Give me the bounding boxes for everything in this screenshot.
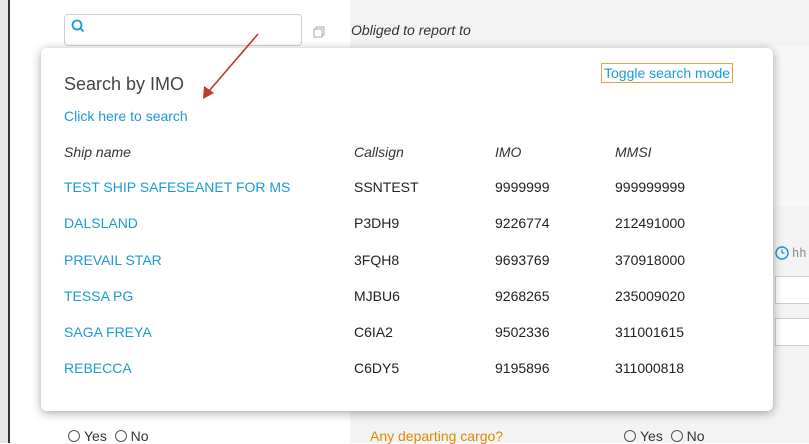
radio-no-circle[interactable] — [670, 430, 683, 442]
ship-row[interactable]: REBECCA C6DY5 9195896 311000818 — [41, 360, 773, 396]
ship-row[interactable]: TEST SHIP SAFESEANET FOR MS SSNTEST 9999… — [41, 179, 773, 215]
callsign-cell: C6DY5 — [354, 360, 400, 376]
ship-name-link[interactable]: TESSA PG — [64, 288, 133, 304]
secondary-input-stub[interactable] — [775, 318, 809, 346]
click-here-to-search-link[interactable]: Click here to search — [64, 108, 188, 124]
ship-name-link[interactable]: TEST SHIP SAFESEANET FOR MS — [64, 179, 290, 195]
ship-name-link[interactable]: PREVAIL STAR — [64, 252, 162, 268]
right-radio-group[interactable]: Yes No — [624, 428, 705, 444]
mmsi-cell: 235009020 — [615, 288, 686, 304]
clock-icon[interactable] — [775, 246, 789, 260]
copy-icon[interactable] — [313, 26, 325, 38]
radio-yes-label: Yes — [640, 428, 663, 444]
imo-cell: 9226774 — [495, 215, 550, 231]
callsign-cell: P3DH9 — [354, 215, 400, 231]
ship-row[interactable]: PREVAIL STAR 3FQH8 9693769 370918000 — [41, 252, 773, 288]
callsign-cell: MJBU6 — [354, 288, 400, 304]
imo-cell: 9999999 — [495, 179, 550, 195]
left-radio-group[interactable]: Yes No — [68, 428, 149, 444]
time-input-stub[interactable] — [775, 276, 809, 304]
radio-yes-circle[interactable] — [68, 430, 80, 442]
radio-no-label: No — [130, 428, 149, 444]
header-callsign: Callsign — [354, 144, 404, 160]
callsign-cell: C6IA2 — [354, 324, 393, 340]
ship-search-input[interactable] — [64, 14, 302, 46]
ship-name-link[interactable]: REBECCA — [64, 360, 132, 376]
callsign-cell: 3FQH8 — [354, 252, 400, 268]
imo-cell: 9502336 — [495, 324, 550, 340]
ship-row[interactable]: DALSLAND P3DH9 9226774 212491000 — [41, 215, 773, 251]
popup-title: Search by IMO — [64, 74, 185, 94]
mmsi-cell: 311001615 — [615, 324, 685, 340]
time-placeholder[interactable]: hh — [792, 246, 806, 260]
ship-name-link[interactable]: SAGA FREYA — [64, 324, 152, 340]
imo-cell: 9693769 — [495, 252, 550, 268]
obliged-to-report-label: Obliged to report to — [351, 22, 471, 38]
departing-cargo-label: Any departing cargo? — [370, 428, 504, 444]
imo-cell: 9195896 — [495, 360, 550, 376]
ship-search-popup: Search by IMO Toggle search mode Click h… — [41, 48, 773, 411]
radio-no-label: No — [686, 428, 705, 444]
header-ship-name: Ship name — [64, 144, 131, 160]
toggle-search-mode-button[interactable]: Toggle search mode — [601, 63, 734, 83]
ship-name-link[interactable]: DALSLAND — [64, 215, 138, 231]
radio-no-circle[interactable] — [114, 430, 127, 442]
ship-row[interactable]: TESSA PG MJBU6 9268265 235009020 — [41, 288, 773, 324]
radio-yes-circle[interactable] — [624, 430, 636, 442]
radio-yes-label: Yes — [84, 428, 107, 444]
imo-cell: 9268265 — [495, 288, 550, 304]
search-icon — [71, 19, 85, 33]
ship-row[interactable]: SAGA FREYA C6IA2 9502336 311001615 — [41, 324, 773, 360]
mmsi-cell: 999999999 — [615, 179, 686, 195]
header-imo: IMO — [495, 144, 522, 160]
callsign-cell: SSNTEST — [354, 179, 419, 195]
mmsi-cell: 212491000 — [615, 215, 686, 231]
mmsi-cell: 311000818 — [615, 360, 685, 376]
header-mmsi: MMSI — [615, 144, 652, 160]
mmsi-cell: 370918000 — [615, 252, 686, 268]
